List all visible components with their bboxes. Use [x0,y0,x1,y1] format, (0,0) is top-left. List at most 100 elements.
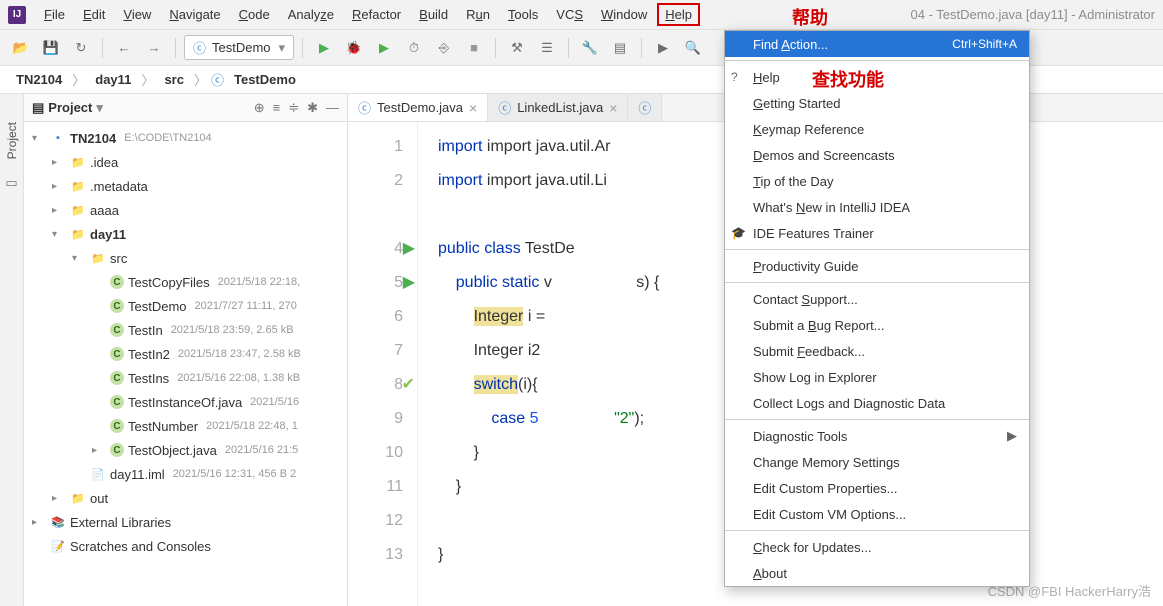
attach-icon[interactable]: ⎆ [431,35,457,61]
coverage-icon[interactable]: ▶ [371,35,397,61]
menu-vcs[interactable]: VCS [548,3,591,26]
tree-iml-file[interactable]: 📄day11.iml2021/5/16 12:31, 456 B 2 [24,462,347,486]
menu-run[interactable]: Run [458,3,498,26]
tree-folder[interactable]: ▸📁.idea [24,150,347,174]
help-menu-item[interactable]: What's New in IntelliJ IDEA [725,194,1029,220]
help-menu-item[interactable]: Demos and Screencasts [725,142,1029,168]
separator [641,38,642,58]
annotation-find-cn: 查找功能 [812,66,884,92]
help-menu-item[interactable]: Productivity Guide [725,253,1029,279]
help-menu-item[interactable]: Submit Feedback... [725,338,1029,364]
back-icon[interactable]: ← [111,35,137,61]
save-icon[interactable]: 💾 [38,35,64,61]
menu-help[interactable]: Help [657,3,700,26]
project-panel-title[interactable]: ▤ Project ▾ [32,100,103,116]
target-icon[interactable]: ⊕ [254,100,265,116]
help-menu-item[interactable]: Submit a Bug Report... [725,312,1029,338]
menu-analyze[interactable]: Analyze [280,3,342,26]
project-structure-icon[interactable]: ▤ [607,35,633,61]
search-icon[interactable]: 🔍 [680,35,706,61]
tree-class-file[interactable]: CTestIns2021/5/16 22:08, 1.38 kB [24,366,347,390]
stop-icon[interactable]: ■ [461,35,487,61]
tree-folder-out[interactable]: ▸📁out [24,486,347,510]
menu-navigate[interactable]: Navigate [161,3,228,26]
help-menu-item[interactable]: Check for Updates... [725,534,1029,560]
class-icon: C [110,299,124,313]
class-icon: C [110,443,124,457]
menu-code[interactable]: Code [231,3,278,26]
tree-class-file[interactable]: CTestInstanceOf.java2021/5/16 [24,390,347,414]
breadcrumb-item[interactable]: src [158,70,190,89]
tree-scratches[interactable]: 📝Scratches and Consoles [24,534,347,558]
tree-class-file[interactable]: CTestDemo2021/7/27 11:11, 270 [24,294,347,318]
project-tool-tab[interactable]: Project [3,114,21,167]
run-icon[interactable]: ▶ [311,35,337,61]
class-icon: ⓒ [211,70,224,89]
help-menu-item[interactable]: Find Action...Ctrl+Shift+A [725,31,1029,57]
class-icon: ⓒ [638,98,651,117]
forward-icon[interactable]: → [141,35,167,61]
separator [568,38,569,58]
help-menu-item[interactable]: Getting Started [725,90,1029,116]
help-menu-item[interactable]: About [725,560,1029,586]
menu-edit[interactable]: Edit [75,3,113,26]
chevron-down-icon: ▾ [278,40,285,56]
run-anything-icon[interactable]: ▶ [650,35,676,61]
tree-class-file[interactable]: CTestIn22021/5/18 23:47, 2.58 kB [24,342,347,366]
close-icon[interactable]: × [609,100,617,116]
editor-tab-linkedlist[interactable]: ⓒLinkedList.java× [488,94,628,121]
help-menu-item[interactable]: Diagnostic Tools▶ [725,423,1029,449]
menu-tools[interactable]: Tools [500,3,546,26]
run-config-selector[interactable]: ⓒ TestDemo ▾ [184,35,294,60]
menu-file[interactable]: File [36,3,73,26]
help-menu-item[interactable]: Change Memory Settings [725,449,1029,475]
file-icon: 📄 [90,466,106,482]
editor-gutter: 12 4▶ 5▶ 67 8✔ 910111213 [348,122,418,606]
tree-folder[interactable]: ▸📁aaaa [24,198,347,222]
menu-window[interactable]: Window [593,3,655,26]
help-menu-item[interactable]: Keymap Reference [725,116,1029,142]
close-icon[interactable]: × [469,100,477,116]
tree-class-file[interactable]: CTestIn2021/5/18 23:59, 2.65 kB [24,318,347,342]
run-gutter-icon[interactable]: ▶ [403,266,415,300]
tree-folder[interactable]: ▸📁.metadata [24,174,347,198]
class-icon: ⓒ [358,98,371,117]
editor-tab-partial[interactable]: ⓒ [628,94,662,121]
menu-separator [725,282,1029,283]
tree-class-file[interactable]: ▸CTestObject.java2021/5/16 21:5 [24,438,347,462]
open-icon[interactable]: 📂 [8,35,34,61]
collapse-icon[interactable]: ≑ [288,100,299,116]
tree-class-file[interactable]: CTestCopyFiles2021/5/18 22:18, [24,270,347,294]
editor-tab-testdemo[interactable]: ⓒTestDemo.java× [348,94,488,121]
help-menu-item[interactable]: Edit Custom Properties... [725,475,1029,501]
help-menu-item[interactable]: 🎓IDE Features Trainer [725,220,1029,246]
breadcrumb-item[interactable]: TestDemo [228,70,302,89]
breadcrumb-item[interactable]: day11 [89,70,137,89]
help-menu-item[interactable]: Tip of the Day [725,168,1029,194]
menu-build[interactable]: Build [411,3,456,26]
menu-refactor[interactable]: Refactor [344,3,409,26]
structure-icon[interactable]: ☰ [534,35,560,61]
expand-icon[interactable]: ≡ [273,100,281,116]
sync-icon[interactable]: ↻ [68,35,94,61]
tree-folder-day11[interactable]: ▾📁day11 [24,222,347,246]
gear-icon[interactable]: ✱ [307,100,318,116]
bookmark-icon[interactable]: ▭ [5,175,17,191]
profile-icon[interactable]: ⏱ [401,35,427,61]
tree-folder-src[interactable]: ▾📁src [24,246,347,270]
menu-view[interactable]: View [115,3,159,26]
tree-class-file[interactable]: CTestNumber2021/5/18 22:48, 1 [24,414,347,438]
build-icon[interactable]: ⚒ [504,35,530,61]
hide-icon[interactable]: — [326,100,339,116]
breadcrumb-item[interactable]: TN2104 [10,70,68,89]
run-gutter-icon[interactable]: ▶ [403,232,415,266]
help-menu-item[interactable]: Show Log in Explorer [725,364,1029,390]
class-icon: C [110,347,124,361]
help-menu-item[interactable]: Contact Support... [725,286,1029,312]
help-menu-item[interactable]: Edit Custom VM Options... [725,501,1029,527]
help-menu-item[interactable]: Collect Logs and Diagnostic Data [725,390,1029,416]
tree-root[interactable]: ▾ ▪ TN2104 E:\CODE\TN2104 [24,126,347,150]
debug-icon[interactable]: 🐞 [341,35,367,61]
settings-icon[interactable]: 🔧 [577,35,603,61]
tree-ext-libs[interactable]: ▸📚External Libraries [24,510,347,534]
